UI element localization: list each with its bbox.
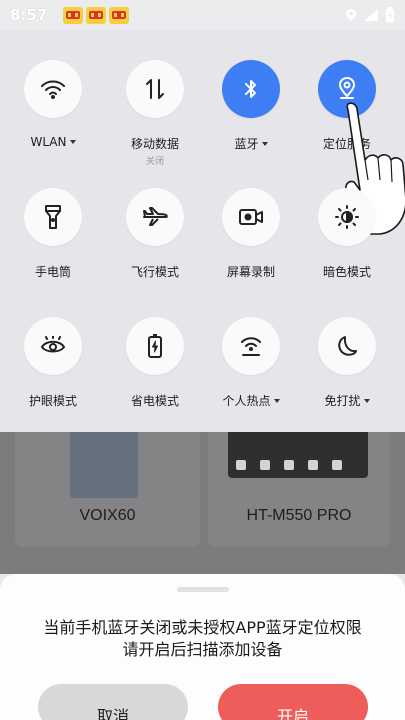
mobile-data-toggle[interactable] [126,60,184,118]
eye-care-toggle[interactable] [24,317,82,375]
flashlight-label: 手电筒 [34,265,71,279]
airplane-mode-tile[interactable]: 飞行模式 [107,188,203,280]
dark-mode-label: 暗色模式 [322,265,371,279]
dark-mode-toggle[interactable] [318,188,376,246]
screen-record-label: 屏幕录制 [226,265,275,279]
hotspot-tile[interactable]: 个人热点 [203,317,299,409]
wlan-toggle[interactable] [24,60,82,118]
screen-record-tile[interactable]: 屏幕录制 [203,188,299,280]
device-image [228,432,368,478]
app-notification-icon [109,6,129,24]
flashlight-icon [45,205,61,229]
device-card[interactable]: VOIX60 [15,432,200,547]
location-icon [346,9,356,21]
dark-mode-icon [335,205,359,229]
do-not-disturb-label: 免打扰 [324,392,370,409]
signal-icon [364,9,378,21]
hotspot-toggle[interactable] [222,317,280,375]
screen-record-toggle[interactable] [222,188,280,246]
wlan-label: WLAN [30,135,76,149]
do-not-disturb-toggle[interactable] [318,317,376,375]
device-list-background: VOIX60 HT-M550 PRO [0,432,405,574]
bluetooth-toggle[interactable] [222,60,280,118]
sheet-message-line1: 当前手机蓝牙关闭或未授权APP蓝牙定位权限 [43,618,362,637]
cancel-button[interactable]: 取消 [38,684,188,720]
device-image [70,432,138,498]
device-name: HT-M550 PRO [246,507,352,524]
chevron-down-icon [363,399,370,403]
sheet-handle[interactable] [177,587,229,592]
status-bar: 8:57 [0,0,405,30]
eye-care-tile[interactable]: 护眼模式 [5,317,101,409]
location-pin-icon [339,77,355,99]
battery-saver-icon [148,334,162,358]
dark-mode-tile[interactable]: 暗色模式 [299,188,395,280]
status-time: 8:57 [10,6,48,24]
moon-icon [338,336,357,356]
quick-settings-panel: WLAN 移动数据 关闭 蓝牙 定位服务 手电筒 飞行模式 屏幕录制 暗色模式 … [0,30,405,432]
data-arrows-icon [146,79,164,99]
chevron-down-icon [69,140,76,144]
airplane-mode-toggle[interactable] [126,188,184,246]
flashlight-toggle[interactable] [24,188,82,246]
hotspot-icon [241,337,261,356]
battery-icon [386,7,394,22]
bluetooth-permission-sheet: 当前手机蓝牙关闭或未授权APP蓝牙定位权限 请开启后扫描添加设备 取消 开启 [0,574,405,720]
power-saving-toggle[interactable] [126,317,184,375]
eye-icon [40,336,66,353]
power-saving-label: 省电模式 [130,394,179,408]
app-notification-icon [86,6,106,24]
wlan-tile[interactable]: WLAN [5,60,101,149]
hotspot-label: 个人热点 [222,392,280,409]
bluetooth-icon [245,80,256,98]
power-saving-tile[interactable]: 省电模式 [107,317,203,409]
chevron-down-icon [261,142,268,146]
airplane-icon [143,207,168,226]
app-notification-icon [63,6,83,24]
bluetooth-label: 蓝牙 [234,135,268,152]
mobile-data-tile[interactable]: 移动数据 关闭 [107,60,203,167]
video-camera-icon [239,209,263,225]
sheet-message-line2: 请开启后扫描添加设备 [122,640,283,659]
device-card[interactable]: HT-M550 PRO [208,432,390,547]
enable-button[interactable]: 开启 [218,684,368,720]
do-not-disturb-tile[interactable]: 免打扰 [299,317,395,409]
airplane-mode-label: 飞行模式 [130,265,179,279]
mobile-data-status: 关闭 [145,157,164,167]
flashlight-tile[interactable]: 手电筒 [5,188,101,280]
chevron-down-icon [273,399,280,403]
device-name: VOIX60 [79,507,136,524]
eye-care-label: 护眼模式 [28,394,77,408]
bluetooth-tile[interactable]: 蓝牙 [203,60,299,152]
mobile-data-label: 移动数据 [130,137,179,151]
wifi-icon [41,80,65,99]
